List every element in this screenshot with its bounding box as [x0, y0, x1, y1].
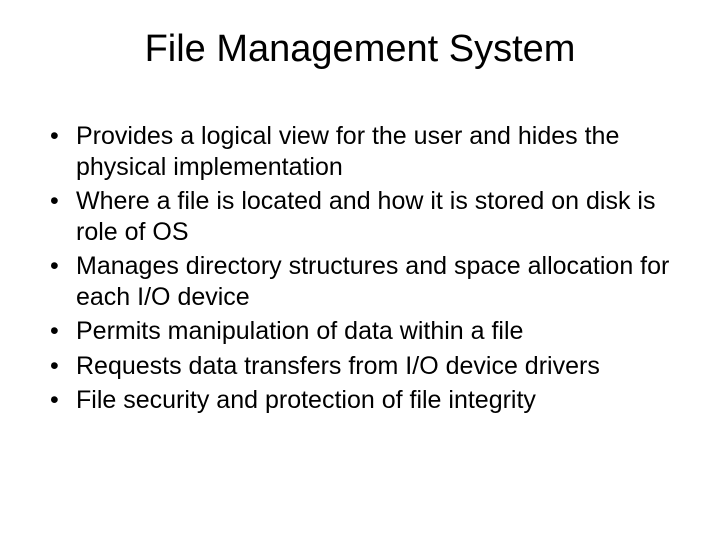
slide: File Management System Provides a logica…	[0, 0, 720, 540]
list-item: Permits manipulation of data within a fi…	[50, 316, 680, 347]
list-item: Where a file is located and how it is st…	[50, 186, 680, 247]
list-item: Provides a logical view for the user and…	[50, 121, 680, 182]
list-item: Requests data transfers from I/O device …	[50, 351, 680, 382]
list-item: File security and protection of file int…	[50, 385, 680, 416]
slide-title: File Management System	[40, 28, 680, 71]
bullet-list: Provides a logical view for the user and…	[40, 121, 680, 416]
list-item: Manages directory structures and space a…	[50, 251, 680, 312]
